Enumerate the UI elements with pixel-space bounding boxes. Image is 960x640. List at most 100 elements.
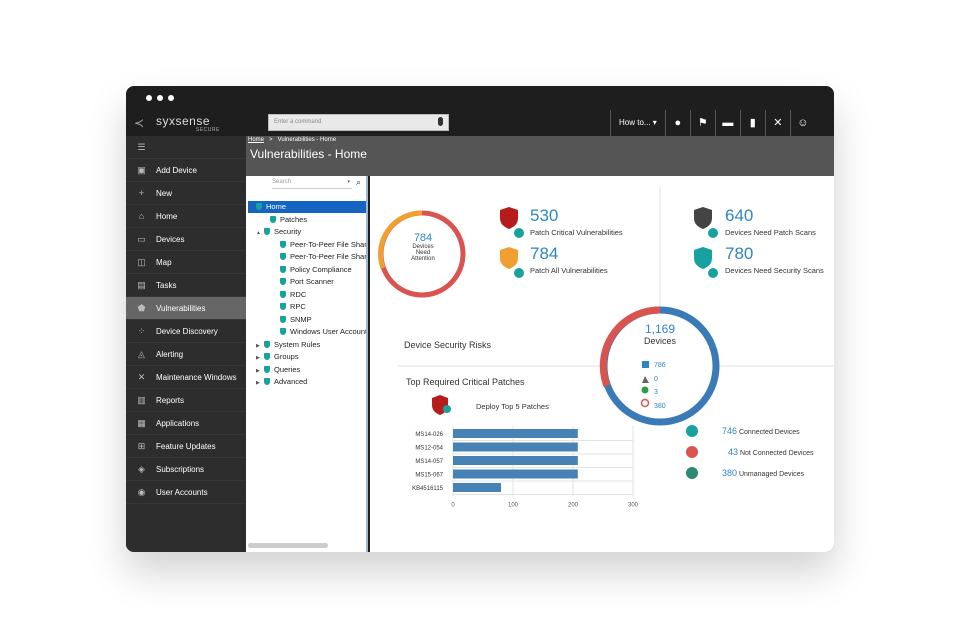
sidebar-item-reports[interactable]: ▥ Reports	[126, 389, 246, 412]
shield-icon	[280, 290, 286, 298]
expand-toggle-icon[interactable]: ▶	[256, 365, 264, 376]
tools-icon[interactable]: ✕	[764, 110, 790, 136]
tree-node-label: System Rules	[274, 339, 321, 349]
windows-count[interactable]: 786	[654, 362, 666, 369]
tree-node[interactable]: Peer-To-Peer File Shar	[272, 239, 366, 251]
unmanaged-row[interactable]: 380 Unmanaged Devices	[722, 468, 804, 478]
unknown-count[interactable]: 380	[654, 403, 666, 410]
sidebar-item-label: Alerting	[156, 350, 184, 359]
bar-ms14-057[interactable]	[453, 456, 578, 465]
tree-search-input[interactable]: Search ▾	[272, 179, 352, 189]
tree-node-label: Advanced	[274, 377, 308, 386]
sidebar-item-device-discovery[interactable]: ⁘ Device Discovery	[126, 320, 246, 343]
command-input[interactable]: Enter a command	[268, 114, 449, 131]
tree-node-label: Policy Compliance	[290, 264, 352, 274]
sidebar-item-feature-updates[interactable]: ⊞ Feature Updates	[126, 435, 246, 458]
shield-icon: ⬟	[137, 303, 146, 313]
devices-total[interactable]: 1,169	[632, 322, 688, 336]
attention-value: 784	[413, 232, 433, 244]
tree-node[interactable]: ▶ Advanced	[256, 376, 366, 388]
tree-node[interactable]: ▶ System Rules	[256, 339, 366, 351]
device-icon[interactable]: ▮	[739, 110, 765, 136]
sidebar-item-label: Vulnerabilities	[156, 304, 206, 313]
tree-node-label: SNMP	[290, 314, 312, 324]
sidebar-item-alerting[interactable]: ◬ Alerting	[126, 343, 246, 366]
critical-value[interactable]: 530	[530, 206, 558, 226]
bar-ms14-026[interactable]	[453, 429, 578, 438]
sidebar-item-maintenance-windows[interactable]: ✕ Maintenance Windows	[126, 366, 246, 389]
sidebar-item-user-accounts[interactable]: ◉ User Accounts	[126, 481, 246, 504]
tree-node[interactable]: RPC	[272, 301, 366, 313]
x-tick-label: 200	[568, 503, 579, 509]
expand-toggle-icon[interactable]: ▲	[248, 202, 256, 213]
deploy-patches-link[interactable]: Deploy Top 5 Patches	[476, 402, 549, 411]
tree-node[interactable]: Peer-To-Peer File Shar	[272, 251, 366, 263]
brand-name: syxsense	[156, 114, 211, 128]
map-icon: ◫	[137, 257, 146, 267]
smiley-icon[interactable]: ☺	[789, 110, 815, 136]
window-dots	[146, 95, 174, 101]
linux-count[interactable]: 0	[654, 376, 658, 383]
search-icon[interactable]: ⌕	[356, 177, 361, 188]
tree-node[interactable]: Port Scanner	[272, 276, 366, 288]
all-label: Patch All Vulnerabilities	[530, 266, 608, 275]
connected-row[interactable]: 746 Connected Devices	[722, 426, 800, 436]
mac-count[interactable]: 3	[654, 389, 658, 396]
tree-node-label: Patches	[280, 214, 308, 224]
tree-scrollbar[interactable]	[248, 543, 328, 548]
bar-ms12-054[interactable]	[453, 442, 578, 452]
user-icon[interactable]: ●	[664, 110, 690, 136]
sidebar-item-subscriptions[interactable]: ◈ Subscriptions	[126, 458, 246, 481]
category-label: MS14-057	[415, 459, 443, 465]
chevron-down-icon[interactable]: ▾	[347, 179, 350, 185]
sidebar-item-new[interactable]: + New	[126, 182, 246, 205]
page-title: Vulnerabilities - Home	[250, 147, 367, 161]
sidebar-item-devices[interactable]: ▭ Devices	[126, 228, 246, 251]
sidebar-item-add-device[interactable]: ▣ Add Device	[126, 159, 246, 182]
x-tick-label: 0	[451, 503, 455, 509]
expand-toggle-icon[interactable]: ▲	[256, 227, 264, 238]
expand-toggle-icon[interactable]: ▶	[256, 340, 264, 351]
bar-kb4516115[interactable]	[453, 483, 501, 492]
sidebar-item-map[interactable]: ◫ Map	[126, 251, 246, 274]
menu-toggle[interactable]: ☰	[126, 136, 246, 159]
all-value[interactable]: 784	[530, 244, 558, 264]
sidebar-item-label: Subscriptions	[156, 465, 205, 474]
command-placeholder: Enter a command	[274, 119, 322, 125]
x-tick-label: 300	[628, 503, 639, 509]
tree-node[interactable]: Patches	[262, 214, 366, 226]
connected-value: 746	[722, 426, 738, 436]
shield-icon	[264, 378, 270, 385]
patch-scans-value[interactable]: 640	[725, 206, 753, 226]
howto-dropdown[interactable]: How to... ▾	[610, 110, 665, 136]
security-scans-value[interactable]: 780	[725, 244, 753, 264]
tree-node[interactable]: ▶ Groups	[256, 351, 366, 363]
sidebar-item-applications[interactable]: ▦ Applications	[126, 412, 246, 435]
bar-ms15-067[interactable]	[453, 469, 578, 479]
expand-toggle-icon[interactable]: ▶	[256, 377, 264, 388]
tree-node[interactable]: ▲ Security	[256, 226, 366, 238]
tree-node[interactable]: Policy Compliance	[272, 264, 366, 276]
tree-node[interactable]: ▶ Queries	[256, 364, 366, 376]
flag-icon[interactable]: ⚑	[689, 110, 715, 136]
applications-icon: ▦	[137, 418, 146, 428]
brand-logo[interactable]: ≺ syxsense SECURE	[134, 112, 244, 134]
sidebar-item-label: Map	[156, 258, 172, 267]
tree-node[interactable]: RDC	[272, 289, 366, 301]
chat-icon[interactable]: ▬	[714, 110, 740, 136]
sidebar-item-vulnerabilities[interactable]: ⬟ Vulnerabilities	[126, 297, 246, 320]
security-scans-label: Devices Need Security Scans	[725, 266, 824, 275]
sidebar-item-tasks[interactable]: ▤ Tasks	[126, 274, 246, 297]
globe-icon	[686, 467, 698, 479]
category-label: MS12-054	[415, 446, 443, 452]
tree-node[interactable]: ▲ Home	[248, 201, 366, 213]
sidebar-item-home[interactable]: ⌂ Home	[126, 205, 246, 228]
microphone-icon[interactable]	[438, 117, 443, 126]
tree-node[interactable]: SNMP	[272, 314, 366, 326]
tree-node[interactable]: Windows User Account	[272, 326, 366, 338]
breadcrumb-home[interactable]: Home	[248, 137, 264, 143]
app-window: ≺ syxsense SECURE Enter a command How to…	[126, 86, 834, 552]
not-connected-row[interactable]: 43 Not Connected Devices	[728, 447, 814, 457]
patch-bar-chart: 0 100 200 300 MS14-026 MS12-054 MS14-057 MS15-0…	[412, 426, 639, 509]
expand-toggle-icon[interactable]: ▶	[256, 352, 264, 363]
